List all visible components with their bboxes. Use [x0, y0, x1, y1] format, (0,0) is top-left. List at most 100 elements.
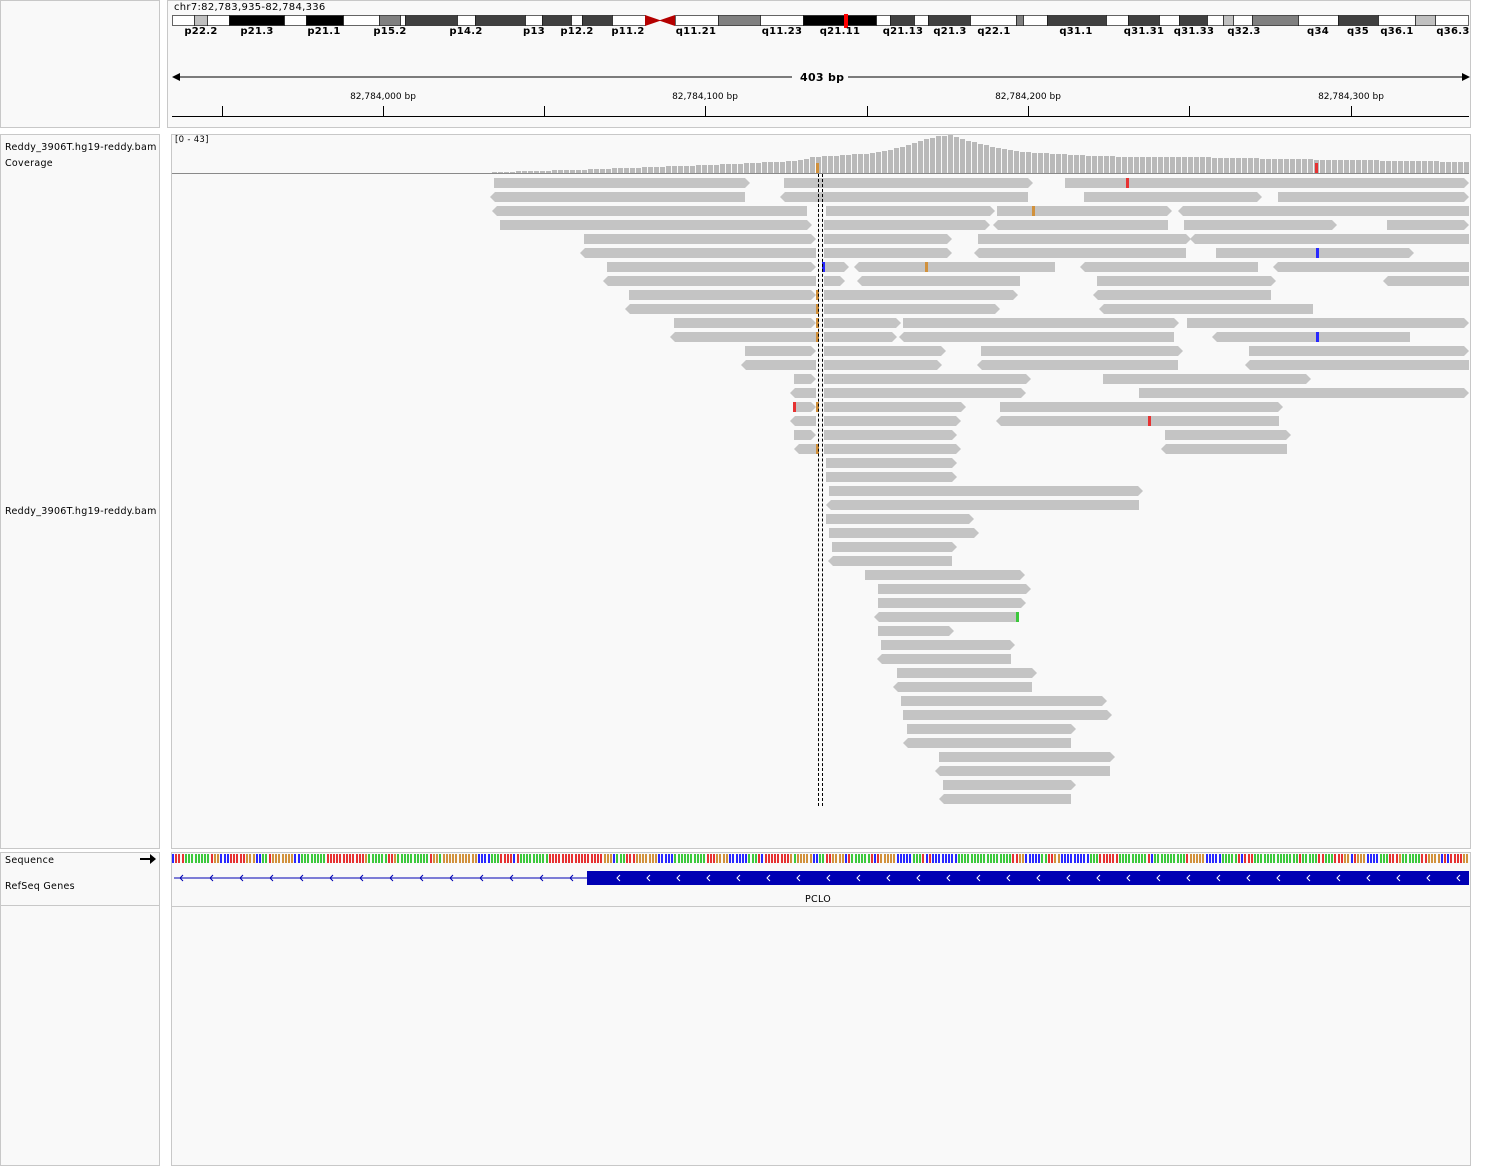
read-alignment[interactable] [1387, 220, 1469, 230]
refseq-track-name[interactable]: RefSeq Genes [5, 881, 75, 892]
read-alignment[interactable] [903, 710, 1112, 720]
read-alignment[interactable] [794, 374, 816, 384]
read-alignment[interactable] [828, 556, 952, 566]
read-alignment[interactable] [899, 332, 1174, 342]
read-alignment[interactable] [974, 248, 1186, 258]
read-alignment[interactable] [494, 178, 750, 188]
read-alignment[interactable] [977, 360, 1178, 370]
sequence-track-name[interactable]: Sequence [5, 855, 54, 866]
read-alignment[interactable] [1278, 192, 1469, 202]
read-alignment[interactable] [857, 276, 1020, 286]
right-arrow-icon[interactable] [139, 853, 157, 865]
read-alignment[interactable] [1099, 304, 1313, 314]
read-alignment[interactable] [824, 374, 1031, 384]
read-alignment[interactable] [1084, 192, 1262, 202]
read-alignment[interactable] [1178, 206, 1469, 216]
read-alignment[interactable] [943, 780, 1076, 790]
read-alignment[interactable] [1216, 248, 1414, 258]
read-alignment[interactable] [824, 346, 946, 356]
read-alignment[interactable] [877, 654, 1011, 664]
read-alignment[interactable] [874, 612, 1018, 622]
read-alignment[interactable] [903, 318, 1179, 328]
read-alignment[interactable] [1097, 276, 1276, 286]
read-alignment[interactable] [1165, 430, 1291, 440]
read-alignment[interactable] [674, 318, 816, 328]
read-alignment[interactable] [878, 598, 1026, 608]
read-alignment[interactable] [1383, 276, 1469, 286]
read-alignment[interactable] [878, 584, 1031, 594]
read-alignment[interactable] [1273, 262, 1469, 272]
read-alignment[interactable] [1187, 318, 1469, 328]
read-alignment[interactable] [993, 220, 1168, 230]
read-alignment[interactable] [794, 402, 816, 412]
read-alignment[interactable] [824, 388, 1026, 398]
read-alignment[interactable] [790, 388, 816, 398]
read-alignment[interactable] [881, 640, 1015, 650]
read-alignment[interactable] [824, 402, 966, 412]
read-alignment[interactable] [826, 458, 957, 468]
read-alignment[interactable] [1139, 388, 1469, 398]
refseq-gene-model[interactable] [172, 870, 1469, 886]
read-alignment[interactable] [824, 318, 901, 328]
read-alignment[interactable] [584, 234, 816, 244]
read-alignment[interactable] [878, 626, 954, 636]
read-alignment[interactable] [1093, 290, 1271, 300]
read-alignment[interactable] [997, 206, 1172, 216]
read-alignment[interactable] [580, 248, 816, 258]
read-alignment[interactable] [935, 766, 1110, 776]
read-alignment[interactable] [745, 346, 816, 356]
read-alignment[interactable] [824, 276, 845, 286]
read-alignment[interactable] [500, 220, 812, 230]
read-alignment[interactable] [790, 416, 816, 426]
read-alignment[interactable] [996, 416, 1279, 426]
read-alignment[interactable] [939, 752, 1115, 762]
read-alignment[interactable] [741, 360, 816, 370]
read-alignment[interactable] [824, 290, 1018, 300]
read-alignment[interactable] [1184, 220, 1337, 230]
read-alignment[interactable] [1190, 234, 1469, 244]
read-alignment[interactable] [897, 668, 1037, 678]
read-alignment[interactable] [607, 262, 816, 272]
read-alignment[interactable] [824, 220, 990, 230]
read-alignment[interactable] [1103, 374, 1311, 384]
read-alignment[interactable] [1161, 444, 1287, 454]
read-alignment[interactable] [794, 430, 816, 440]
read-alignment[interactable] [1212, 332, 1410, 342]
read-alignment[interactable] [824, 332, 897, 342]
read-alignment[interactable] [824, 248, 952, 258]
read-alignment[interactable] [492, 206, 807, 216]
gene-symbol-label[interactable]: PCLO [805, 894, 831, 905]
read-alignment[interactable] [829, 486, 1143, 496]
read-alignment[interactable] [1245, 360, 1469, 370]
read-alignment[interactable] [893, 682, 1032, 692]
read-alignment[interactable] [978, 234, 1191, 244]
read-alignment[interactable] [854, 262, 1055, 272]
read-alignment[interactable] [824, 444, 961, 454]
read-alignment[interactable] [1249, 346, 1469, 356]
read-alignment[interactable] [794, 444, 816, 454]
read-alignment[interactable] [1080, 262, 1258, 272]
read-alignment[interactable] [832, 542, 957, 552]
read-alignment[interactable] [826, 206, 995, 216]
read-alignment[interactable] [824, 262, 849, 272]
read-alignment[interactable] [826, 514, 974, 524]
read-alignment[interactable] [824, 304, 1000, 314]
read-alignment[interactable] [903, 738, 1071, 748]
read-alignment[interactable] [865, 570, 1025, 580]
read-alignment[interactable] [625, 304, 816, 314]
alignment-reads[interactable] [0, 0, 1489, 850]
read-alignment[interactable] [1000, 402, 1283, 412]
read-alignment[interactable] [629, 290, 816, 300]
read-alignment[interactable] [907, 724, 1076, 734]
read-alignment[interactable] [829, 528, 979, 538]
read-alignment[interactable] [824, 360, 942, 370]
read-alignment[interactable] [824, 234, 952, 244]
read-alignment[interactable] [939, 794, 1071, 804]
read-alignment[interactable] [824, 430, 957, 440]
read-alignment[interactable] [981, 346, 1183, 356]
read-alignment[interactable] [824, 416, 961, 426]
read-alignment[interactable] [826, 500, 1139, 510]
read-alignment[interactable] [826, 472, 957, 482]
read-alignment[interactable] [490, 192, 745, 202]
read-alignment[interactable] [901, 696, 1107, 706]
